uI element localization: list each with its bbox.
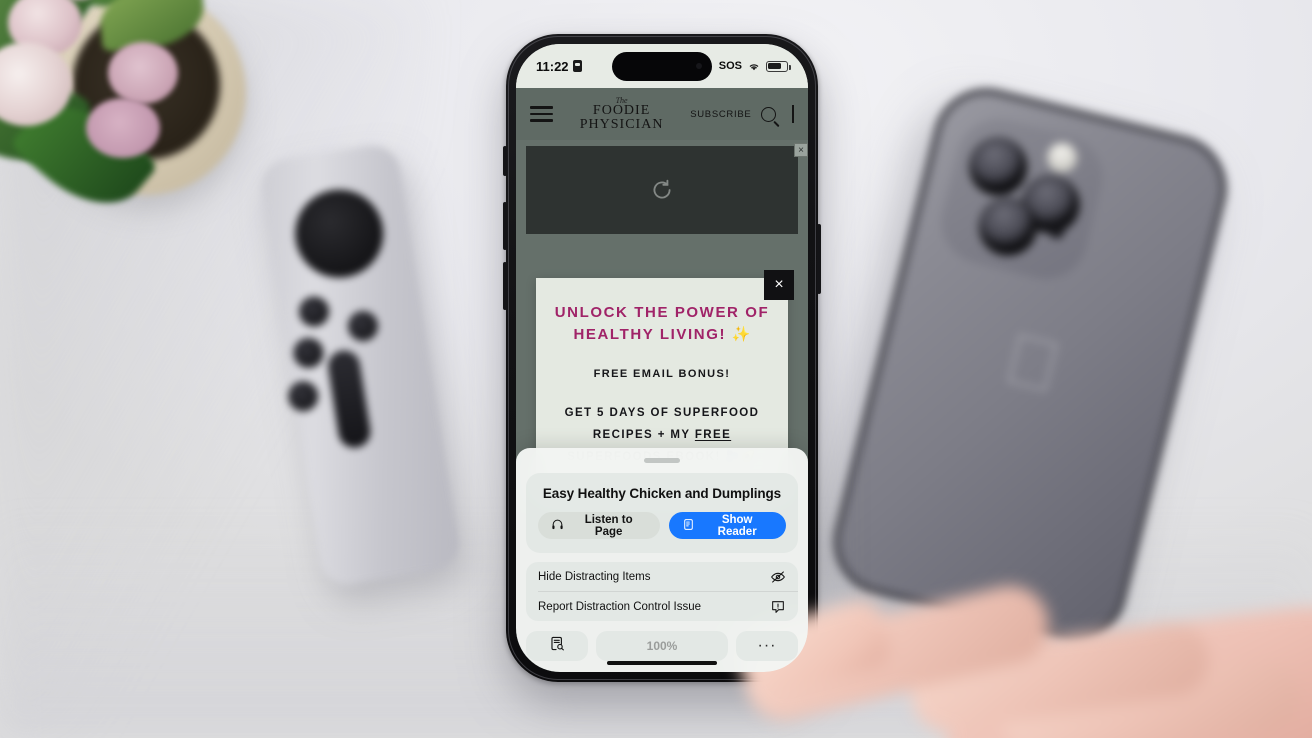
home-indicator[interactable]: [607, 660, 717, 665]
plant-flower: [86, 98, 160, 158]
popup-heading-line2: HEALTHY LIVING!: [573, 325, 727, 343]
more-options-button[interactable]: ···: [736, 631, 798, 661]
ad-close-button[interactable]: ×: [794, 143, 808, 157]
hand: [731, 577, 1312, 738]
page-toolbar: 100% ···: [526, 631, 798, 661]
site-logo-line2: PHYSICIAN: [579, 116, 664, 132]
listen-to-page-button[interactable]: Listen to Page: [538, 512, 661, 539]
wifi-icon: [747, 61, 761, 72]
volume-up-button[interactable]: [503, 202, 507, 250]
page-action-buttons: Listen to Page Show Reader: [538, 512, 786, 539]
site-logo[interactable]: The FOODIE PHYSICIAN: [579, 96, 664, 132]
menu-item-label: Hide Distracting Items: [538, 570, 651, 583]
page-menu-group: Hide Distracting Items Report Distractio…: [526, 562, 798, 621]
headphones-icon: [551, 518, 564, 534]
battery-level: [768, 62, 782, 69]
power-button[interactable]: [817, 224, 821, 294]
action-button[interactable]: [503, 146, 507, 176]
popup-close-button[interactable]: ×: [764, 270, 794, 300]
focus-indicator-icon: [572, 60, 582, 72]
reader-icon: [682, 518, 695, 534]
page-title: Easy Healthy Chicken and Dumplings: [542, 486, 782, 501]
iphone-front-device: 11:22 SOS The FOODIE PHYSICIAN SUBSCRIBE…: [503, 34, 821, 682]
iphone-screen: 11:22 SOS The FOODIE PHYSICIAN SUBSCRIBE…: [516, 44, 808, 672]
reload-icon[interactable]: [649, 177, 675, 203]
remote-button: [345, 308, 381, 344]
remote-touchpad: [288, 183, 390, 284]
status-bar-right: SOS: [718, 60, 791, 72]
site-logo-line1: FOODIE: [592, 102, 651, 118]
find-on-page-icon: [549, 635, 566, 657]
status-bar-time: 11:22: [536, 58, 569, 74]
battery-icon: [766, 60, 791, 72]
plant-flower: [108, 42, 178, 104]
eye-slash-icon: [770, 569, 786, 585]
subscribe-link[interactable]: SUBSCRIBE: [690, 109, 751, 120]
report-flag-icon: [770, 599, 786, 615]
menu-item-label: Report Distraction Control Issue: [538, 600, 701, 613]
listen-to-page-label: Listen to Page: [584, 513, 633, 538]
zoom-level-display[interactable]: 100%: [596, 631, 728, 661]
safari-page-menu-sheet: Easy Healthy Chicken and Dumplings Liste…: [516, 448, 808, 672]
sheet-grabber[interactable]: [644, 458, 680, 463]
sos-label: SOS: [718, 60, 742, 72]
header-divider: [792, 105, 794, 123]
site-header: The FOODIE PHYSICIAN SUBSCRIBE: [516, 88, 808, 140]
flash-icon: [1043, 139, 1081, 176]
popup-body-line1: GET 5 DAYS OF SUPERFOOD: [564, 406, 760, 419]
remote-volume-rocker: [325, 348, 373, 451]
menu-item-hide-distracting-items[interactable]: Hide Distracting Items: [526, 562, 798, 591]
remote-button: [296, 294, 332, 329]
potted-plant: [0, 0, 290, 284]
menu-item-report-distraction-control-issue[interactable]: Report Distraction Control Issue: [526, 592, 798, 621]
sparkle-icon: ✨: [731, 325, 751, 343]
popup-heading-line1: UNLOCK THE POWER OF: [554, 304, 770, 321]
popup-body-line2-pre: RECIPES + MY: [592, 428, 695, 441]
status-bar-left: 11:22: [536, 59, 582, 74]
camera-lens: [962, 131, 1034, 202]
show-reader-label: Show Reader: [717, 513, 757, 538]
popup-body-emphasis: FREE: [694, 428, 732, 441]
dynamic-island: [612, 52, 712, 81]
volume-down-button[interactable]: [503, 262, 507, 310]
remote-button: [291, 335, 326, 371]
hamburger-menu-icon[interactable]: [530, 106, 553, 122]
popup-heading: UNLOCK THE POWER OF HEALTHY LIVING! ✨: [552, 302, 772, 346]
find-on-page-button[interactable]: [526, 631, 588, 661]
show-reader-button[interactable]: Show Reader: [669, 512, 786, 539]
popup-subheading: FREE EMAIL BONUS!: [593, 367, 731, 380]
page-actions-card: Easy Healthy Chicken and Dumplings Liste…: [526, 473, 798, 553]
search-icon[interactable]: [761, 106, 777, 122]
ad-slot: ×: [526, 143, 808, 234]
front-camera: [696, 63, 702, 69]
